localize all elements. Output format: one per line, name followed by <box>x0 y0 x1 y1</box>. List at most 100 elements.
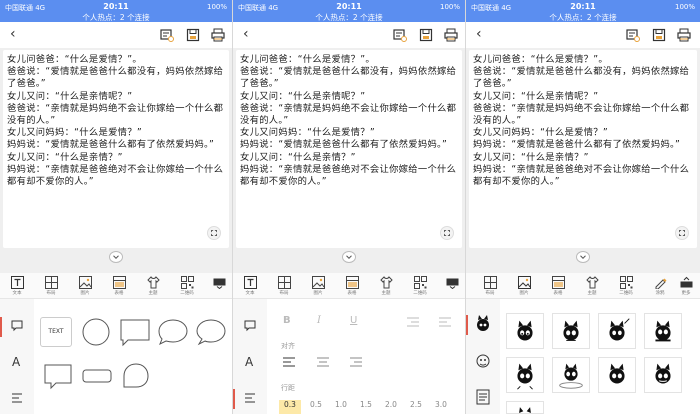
line-spacing-option[interactable]: 3.0 <box>435 400 447 409</box>
tab-layout[interactable]: 布局 <box>272 276 296 296</box>
align-right-option-icon[interactable] <box>350 357 362 367</box>
square-bubble-shape-icon[interactable] <box>118 317 152 347</box>
save-icon[interactable] <box>419 28 433 42</box>
tab-more[interactable]: 更多 <box>674 276 698 296</box>
tab-table[interactable]: 表格 <box>107 276 131 296</box>
cat-sticker[interactable] <box>506 357 544 393</box>
oval-bubble-shape-icon[interactable] <box>194 317 228 347</box>
cat-sticker[interactable] <box>644 357 682 393</box>
sticker-category-list[interactable] <box>466 379 500 414</box>
feature-tabbar: 布局 图片 表格 主题 二维码 涂鸦 更多 <box>466 273 700 299</box>
tab-layout[interactable]: 布局 <box>478 276 502 296</box>
sticker-category-cat[interactable] <box>466 307 500 343</box>
tab-qrcode[interactable]: 二维码 <box>175 276 199 296</box>
clock-edit-icon[interactable] <box>160 28 174 42</box>
tab-table-label: 表格 <box>347 291 357 296</box>
tab-table[interactable]: 表格 <box>546 276 570 296</box>
tab-table[interactable]: 表格 <box>340 276 364 296</box>
fullscreen-icon[interactable] <box>675 226 689 240</box>
cat-sticker[interactable] <box>506 401 544 414</box>
drop-shape-icon[interactable] <box>120 361 152 391</box>
save-icon[interactable] <box>186 28 200 42</box>
fullscreen-icon[interactable] <box>207 226 221 240</box>
tab-table-label: 表格 <box>114 291 124 296</box>
text-editor[interactable]: 女儿问爸爸：“什么是爱情？”。 爸爸说：“爱情就是爸爸什么都没有，妈妈依然嫁给了… <box>236 50 462 248</box>
line-spacing-option[interactable]: 2.5 <box>410 400 422 409</box>
print-icon[interactable] <box>677 28 691 42</box>
top-toolbar: ‹ <box>466 22 700 48</box>
back-arrow-icon[interactable]: ‹ <box>10 26 16 42</box>
tab-more[interactable] <box>207 276 231 289</box>
sidebar-item-align[interactable] <box>233 381 267 414</box>
print-icon[interactable] <box>211 28 225 42</box>
save-icon[interactable] <box>652 28 666 42</box>
text-box-shape[interactable]: TEXT <box>40 317 72 347</box>
text-editor[interactable]: 女儿问爸爸：“什么是爱情？”。 爸爸说：“爱情就是爸爸什么都没有，妈妈依然嫁给了… <box>3 50 229 248</box>
back-arrow-icon[interactable]: ‹ <box>476 26 482 42</box>
cat-sticker[interactable] <box>506 313 544 349</box>
line-spacing-option[interactable]: 1.0 <box>335 400 347 409</box>
bold-icon[interactable]: B <box>283 315 291 326</box>
align-left-option-icon[interactable] <box>283 357 295 367</box>
clock: 20:11 <box>336 2 362 11</box>
tab-image[interactable]: 图片 <box>306 276 330 296</box>
tab-qrcode[interactable]: 二维码 <box>408 276 432 296</box>
text-tab-icon <box>10 276 24 289</box>
tab-qrcode[interactable]: 二维码 <box>614 276 638 296</box>
font-icon: A <box>245 355 254 369</box>
story-line: 爸爸说：“爱情就是爸爸什么都没有，妈妈依然嫁给了爸爸。” <box>240 66 457 90</box>
circle-shape-icon[interactable] <box>80 317 112 347</box>
battery-label: 100% <box>206 3 227 11</box>
clock-edit-icon[interactable] <box>393 28 407 42</box>
clock-edit-icon[interactable] <box>626 28 640 42</box>
callout-shape-icon[interactable] <box>42 361 74 391</box>
sidebar-item-font[interactable]: A <box>233 345 267 381</box>
tab-image[interactable]: 图片 <box>73 276 97 296</box>
shirt-icon <box>379 276 393 289</box>
pill-shape-icon[interactable] <box>80 361 114 391</box>
sidebar-item-bubble[interactable] <box>233 309 267 345</box>
align-center-option-icon[interactable] <box>317 357 329 367</box>
tab-layout[interactable]: 布局 <box>39 276 63 296</box>
cat-sticker[interactable] <box>552 313 590 349</box>
line-spacing-option[interactable]: 0.3 <box>284 400 296 409</box>
cat-sticker[interactable] <box>552 357 590 393</box>
tab-theme[interactable]: 主题 <box>141 276 165 296</box>
line-spacing-option[interactable]: 2.0 <box>385 400 397 409</box>
collapse-chevron-icon[interactable] <box>109 251 123 263</box>
sidebar-item-font[interactable]: A <box>0 345 34 381</box>
format-sidebar: A <box>233 299 267 414</box>
line-spacing-option[interactable]: 1.5 <box>360 400 372 409</box>
line-spacing-option[interactable]: 0.5 <box>310 400 322 409</box>
cat-sticker[interactable] <box>598 313 636 349</box>
collapse-chevron-icon[interactable] <box>576 251 590 263</box>
cat-sticker[interactable] <box>644 313 682 349</box>
indent-icon[interactable] <box>407 317 419 327</box>
tab-theme[interactable]: 主题 <box>374 276 398 296</box>
tab-text[interactable]: 文本 <box>238 276 262 296</box>
tab-text[interactable]: 文本 <box>5 276 29 296</box>
tab-doodle[interactable]: 涂鸦 <box>648 276 672 296</box>
story-line: 爸爸说：“亲情就是妈妈绝不会让你嫁给一个什么都没有的人。” <box>7 102 224 127</box>
story-line: 女儿又问：“什么是亲情呢？” <box>473 90 599 102</box>
tab-image[interactable]: 图片 <box>512 276 536 296</box>
print-icon[interactable] <box>444 28 458 42</box>
tab-theme[interactable]: 主题 <box>580 276 604 296</box>
round-bubble-shape-icon[interactable] <box>156 317 190 347</box>
fullscreen-icon[interactable] <box>440 226 454 240</box>
tab-more[interactable] <box>440 276 464 289</box>
sticker-category-doodle[interactable] <box>466 343 500 379</box>
tab-qrcode-label: 二维码 <box>413 291 427 296</box>
underline-icon[interactable]: U <box>350 315 357 326</box>
outdent-icon[interactable] <box>439 317 451 327</box>
collapse-chevron-icon[interactable] <box>342 251 356 263</box>
align-label: 对齐 <box>281 342 295 350</box>
text-editor[interactable]: 女儿问爸爸：“什么是爱情？”。 爸爸说：“爱情就是爸爸什么都没有，妈妈依然嫁给了… <box>469 50 697 248</box>
tab-qrcode-label: 二维码 <box>619 291 633 296</box>
back-arrow-icon[interactable]: ‹ <box>243 26 249 42</box>
sidebar-item-bubble[interactable] <box>0 309 34 345</box>
cat-sticker[interactable] <box>598 357 636 393</box>
tab-layout-label: 布局 <box>485 291 495 296</box>
italic-icon[interactable]: I <box>317 315 321 326</box>
sidebar-item-align[interactable] <box>0 381 34 414</box>
